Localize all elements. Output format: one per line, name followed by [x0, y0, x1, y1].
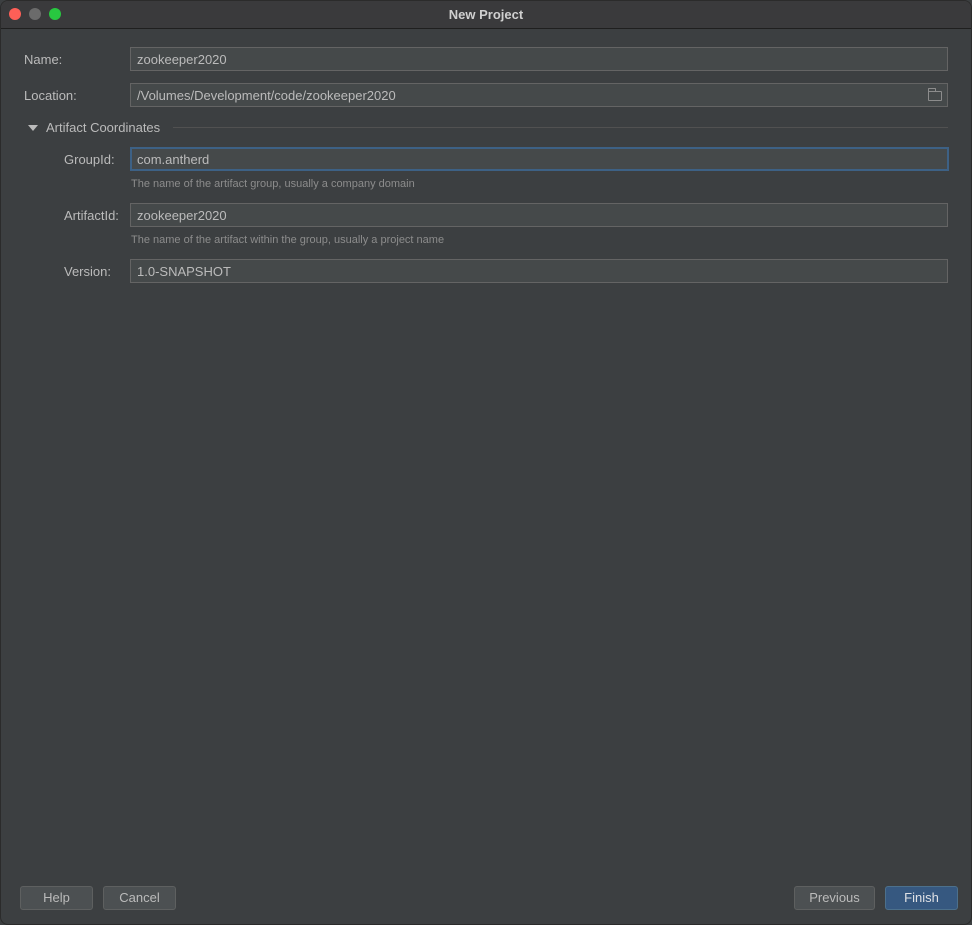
location-label: Location: [24, 88, 77, 103]
help-button[interactable]: Help [20, 886, 93, 910]
finish-button[interactable]: Finish [885, 886, 958, 910]
section-separator [173, 127, 948, 128]
cancel-button[interactable]: Cancel [103, 886, 176, 910]
version-input[interactable] [130, 259, 948, 283]
artifact-id-input[interactable] [130, 203, 948, 227]
artifact-coordinates-label: Artifact Coordinates [46, 120, 161, 135]
title-bar: New Project [1, 1, 971, 29]
name-label: Name: [24, 52, 63, 67]
name-input[interactable] [130, 47, 948, 71]
previous-button[interactable]: Previous [794, 886, 875, 910]
artifact-coordinates-toggle[interactable]: Artifact Coordinates [28, 120, 160, 135]
chevron-down-icon [28, 124, 38, 131]
new-project-dialog: New Project Name: Location: Artifact Coo… [0, 0, 972, 925]
location-input[interactable] [130, 83, 948, 107]
group-id-hint: The name of the artifact group, usually … [131, 178, 415, 190]
group-id-label: GroupId: [64, 152, 115, 167]
folder-browse-icon[interactable] [928, 88, 942, 101]
version-label: Version: [64, 264, 111, 279]
group-id-input[interactable] [130, 147, 949, 171]
window-title: New Project [448, 7, 524, 22]
artifact-id-label: ArtifactId: [64, 208, 119, 223]
artifact-id-hint: The name of the artifact within the grou… [131, 234, 445, 246]
